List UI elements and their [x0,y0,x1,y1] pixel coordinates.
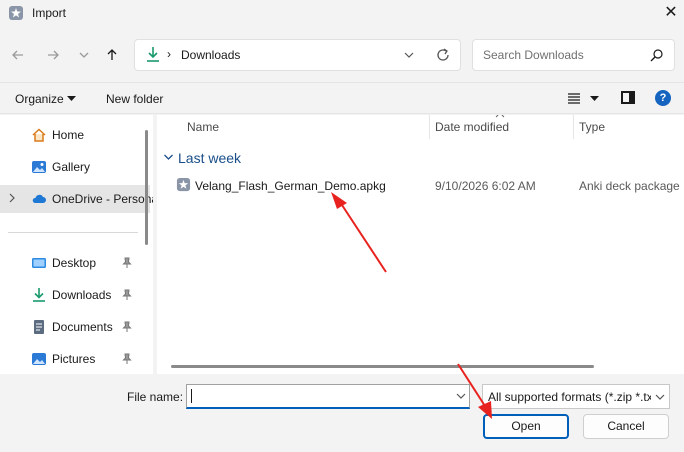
picture-icon [32,353,46,365]
desktop-icon [32,258,46,268]
text-cursor [191,389,192,403]
column-header-name[interactable]: Name [187,120,219,134]
sidebar-item-home[interactable]: Home [0,121,150,149]
new-folder-button[interactable]: New folder [106,92,163,106]
file-name: Velang_Flash_German_Demo.apkg [195,179,386,193]
document-icon [34,320,44,334]
arrow-right-icon [48,50,59,60]
group-header[interactable]: Last week [178,150,241,166]
title-bar: Import ✕ [0,0,684,28]
arrow-left-icon [12,50,23,60]
column-divider[interactable] [573,115,574,139]
file-type-select[interactable]: All supported formats (*.zip *.txt [482,384,670,409]
sidebar-item-label: Downloads [52,288,112,302]
chevron-right-icon[interactable] [8,191,16,205]
pin-icon[interactable] [122,257,132,269]
caret-down-icon[interactable] [67,92,76,104]
sidebar-item-label: Pictures [52,352,96,366]
dialog-footer: File name: All supported formats (*.zip … [0,376,684,452]
view-options-icon[interactable] [566,90,582,106]
column-header-type[interactable]: Type [579,120,605,134]
file-list: Name Date modified Type Last week Velang… [157,115,684,374]
anki-package-icon [176,177,191,192]
chevron-down-icon[interactable] [455,388,467,404]
close-button[interactable]: ✕ [658,0,684,28]
address-bar[interactable]: › Downloads [134,39,461,71]
download-icon [33,288,45,302]
file-row[interactable]: Velang_Flash_German_Demo.apkg 9/10/2026 … [167,173,684,197]
up-button[interactable] [102,44,122,66]
recent-locations-button[interactable] [74,44,94,66]
navigation-pane: Home Gallery OneDrive - Personal Desktop… [0,115,153,374]
open-button[interactable]: Open [483,414,569,439]
back-button[interactable] [8,44,28,66]
sidebar-item-label: Documents [52,320,113,334]
cloud-icon [32,194,46,203]
sidebar-item-label: OneDrive - Personal [52,192,153,206]
file-name-input[interactable] [186,384,470,409]
sidebar-item-onedrive[interactable]: OneDrive - Personal [0,185,153,213]
help-icon[interactable]: ? [655,90,671,106]
sidebar-scrollbar[interactable] [145,130,148,245]
breadcrumb-separator: › [167,47,171,61]
sidebar-item-label: Gallery [52,160,91,174]
preview-pane-icon[interactable] [621,91,635,104]
column-divider[interactable] [429,115,430,139]
file-date-modified: 9/10/2026 6:02 AM [435,179,536,193]
search-icon[interactable] [649,47,665,63]
sidebar-item-label: Desktop [52,256,97,270]
sort-caret-icon [495,115,505,118]
chevron-down-icon [79,52,89,58]
sidebar-item-documents[interactable]: Documents [0,313,150,341]
pin-icon[interactable] [122,289,132,301]
anki-app-icon [9,6,23,20]
search-box[interactable]: Search Downloads [472,39,675,71]
organize-button[interactable]: Organize [15,92,64,106]
chevron-down-icon[interactable] [651,385,669,408]
home-icon [32,128,46,142]
chevron-down-icon[interactable] [403,46,415,64]
search-input[interactable]: Search Downloads [483,48,584,62]
sidebar-divider [8,232,138,233]
arrow-up-icon [107,49,117,60]
command-bar: Organize New folder ? [0,82,684,114]
window-title: Import [32,6,67,20]
gallery-icon [32,161,46,173]
sidebar-item-pictures[interactable]: Pictures [0,345,150,373]
file-type-selected: All supported formats (*.zip *.txt [488,390,657,404]
navigation-bar: › Downloads Search Downloads [0,36,684,74]
pin-icon[interactable] [122,321,132,333]
sidebar-item-desktop[interactable]: Desktop [0,249,150,277]
file-name-label: File name: [127,390,184,404]
caret-down-icon[interactable] [590,92,599,104]
refresh-icon[interactable] [435,45,451,65]
sidebar-item-gallery[interactable]: Gallery [0,153,150,181]
horizontal-scrollbar[interactable] [171,365,594,368]
forward-button[interactable] [43,44,63,66]
pin-icon[interactable] [122,353,132,365]
cancel-button[interactable]: Cancel [583,414,669,439]
sidebar-item-downloads[interactable]: Downloads [0,281,150,309]
file-type: Anki deck package [579,179,680,193]
group-collapse-icon[interactable] [163,151,174,163]
sidebar-item-label: Home [52,128,85,142]
breadcrumb-downloads[interactable]: Downloads [181,48,240,62]
download-icon [147,47,159,62]
column-header-date[interactable]: Date modified [435,120,509,134]
